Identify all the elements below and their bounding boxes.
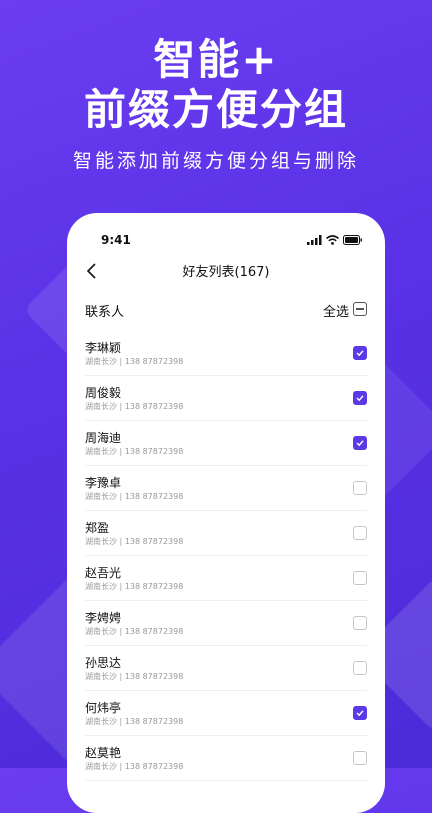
banner-subtitle: 智能添加前缀方便分组与删除 xyxy=(72,150,359,172)
contact-checkbox[interactable] xyxy=(353,436,367,450)
contact-detail: 湖南长沙 | 138 87872398 xyxy=(85,402,184,411)
status-icons xyxy=(307,235,363,245)
contact-detail: 湖南长沙 | 138 87872398 xyxy=(85,672,184,681)
nav-bar: 好友列表(167) xyxy=(67,261,385,281)
contact-name: 孙思达 xyxy=(85,656,122,670)
checkmark-icon xyxy=(356,710,364,717)
checkmark-icon xyxy=(356,395,364,402)
contact-checkbox[interactable] xyxy=(353,526,367,540)
contact-detail: 湖南长沙 | 138 87872398 xyxy=(85,492,184,501)
list-item[interactable]: 何炜亭湖南长沙 | 138 87872398 xyxy=(85,691,367,736)
status-time: 9:41 xyxy=(101,233,131,247)
page-title: 好友列表(167) xyxy=(182,265,270,280)
select-all-checkbox[interactable] xyxy=(353,302,367,316)
signal-icon xyxy=(307,235,322,245)
contact-name: 李娉娉 xyxy=(85,611,122,625)
contact-checkbox[interactable] xyxy=(353,346,367,360)
banner-title-line-1: 智能+ xyxy=(153,35,279,84)
contacts-label: 联系人 xyxy=(85,305,125,320)
list-item[interactable]: 李豫卓湖南长沙 | 138 87872398 xyxy=(85,466,367,511)
phone-screen: 9:41 好友列表(167) 联系人 全选 李琳颖 湖南长沙 | 138 878… xyxy=(67,213,385,813)
contact-list: 李琳颖 湖南长沙 | 138 87872398 周俊毅 湖南长沙 | 138 8787… xyxy=(85,331,367,781)
list-item[interactable]: 周海迪湖南长沙 | 138 87872398 xyxy=(85,421,367,466)
list-item[interactable]: 李琳颖湖南长沙 | 138 87872398 xyxy=(85,331,367,376)
contact-checkbox[interactable] xyxy=(353,616,367,630)
contact-checkbox[interactable] xyxy=(353,391,367,405)
contacts-toolbar: 联系人 全选 xyxy=(85,301,367,321)
list-item[interactable]: 孙思达湖南长沙 | 138 87872398 xyxy=(85,646,367,691)
contact-checkbox[interactable] xyxy=(353,706,367,720)
contact-name: 郑盈 xyxy=(85,521,110,535)
list-item[interactable]: 赵莫艳湖南长沙 | 138 87872398 xyxy=(85,736,367,781)
status-bar: 9:41 xyxy=(101,233,363,249)
list-item[interactable]: 周俊毅湖南长沙 | 138 87872398 xyxy=(85,376,367,421)
list-item[interactable]: 郑盈湖南长沙 | 138 87872398 xyxy=(85,511,367,556)
contact-name: 周海迪 xyxy=(85,431,122,445)
contact-detail: 湖南长沙 | 138 87872398 xyxy=(85,537,184,546)
contact-name: 赵吾光 xyxy=(85,566,122,580)
contact-name: 李豫卓 xyxy=(85,476,122,490)
contact-checkbox[interactable] xyxy=(353,481,367,495)
contact-detail: 湖南长沙 | 138 87872398 xyxy=(85,762,184,771)
contact-name: 何炜亭 xyxy=(85,701,122,715)
contact-name: 李琳颖 xyxy=(85,341,122,355)
banner-title-line-2: 前缀方便分组 xyxy=(83,85,348,134)
contact-detail: 湖南长沙 | 138 87872398 xyxy=(85,627,184,636)
checkmark-icon xyxy=(356,350,364,357)
contact-checkbox[interactable] xyxy=(353,751,367,765)
list-item[interactable]: 赵吾光湖南长沙 | 138 87872398 xyxy=(85,556,367,601)
wifi-icon xyxy=(326,235,339,245)
checkmark-icon xyxy=(356,440,364,447)
battery-icon xyxy=(343,235,362,245)
contact-checkbox[interactable] xyxy=(353,661,367,675)
select-all-button[interactable]: 全选 xyxy=(323,301,349,320)
contact-detail: 湖南长沙 | 138 87872398 xyxy=(85,717,184,726)
list-item[interactable]: 李娉娉湖南长沙 | 138 87872398 xyxy=(85,601,367,646)
contact-detail: 湖南长沙 | 138 87872398 xyxy=(85,357,184,366)
contact-checkbox[interactable] xyxy=(353,571,367,585)
contact-detail: 湖南长沙 | 138 87872398 xyxy=(85,582,184,591)
contact-name: 周俊毅 xyxy=(85,386,122,400)
contact-detail: 湖南长沙 | 138 87872398 xyxy=(85,447,184,456)
contact-name: 赵莫艳 xyxy=(85,746,122,760)
